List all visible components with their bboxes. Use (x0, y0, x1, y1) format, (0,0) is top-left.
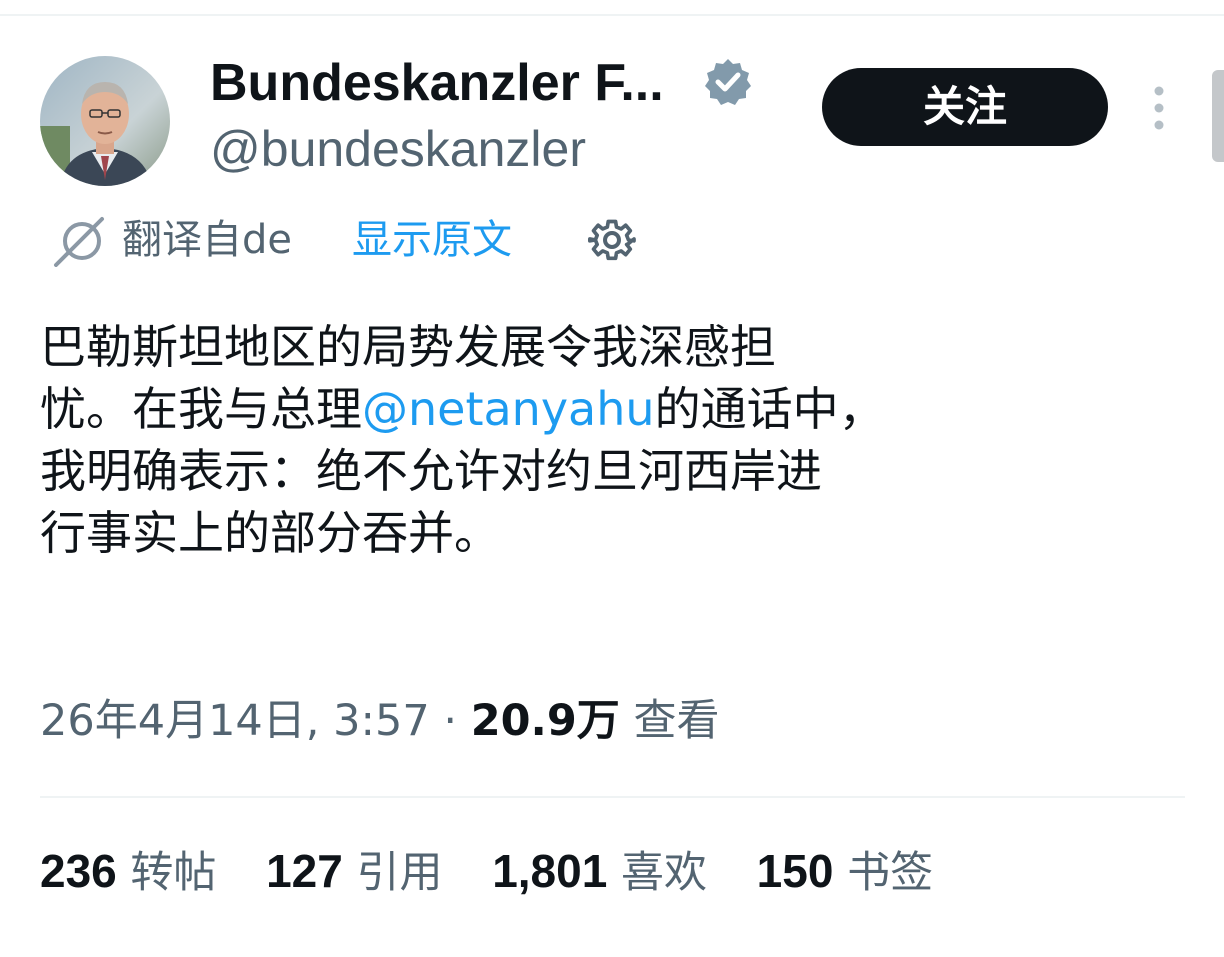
timestamp-link[interactable]: 26年4月14日, 3:57 (40, 696, 430, 746)
verified-badge-icon (705, 59, 751, 105)
follow-button[interactable]: 关注 (822, 68, 1108, 146)
engagement-stats: 236 转帖 127 引用 1,801 喜欢 150 书签 (40, 840, 933, 904)
avatar[interactable] (40, 56, 170, 186)
scrollbar-thumb[interactable] (1212, 70, 1224, 162)
reposts-count: 236 (40, 845, 117, 897)
author-handle[interactable]: @bundeskanzler (210, 118, 586, 180)
reposts-label: 转帖 (130, 848, 217, 898)
likes-count: 1,801 (492, 845, 608, 897)
divider (40, 796, 1185, 798)
tweet-text: 巴勒斯坦地区的局势发展令我深感担 忧。在我与总理@netanyahu的通话中， … (40, 316, 1170, 564)
tweet-meta: 26年4月14日, 3:57 · 20.9万 查看 (40, 690, 719, 752)
reposts-stat[interactable]: 236 转帖 (40, 840, 216, 904)
views-label: 查看 (633, 696, 720, 746)
bookmarks-label: 书签 (847, 848, 934, 898)
views-count: 20.9万 (470, 696, 620, 746)
gear-icon[interactable] (588, 216, 636, 264)
bookmarks-count: 150 (756, 845, 834, 897)
meta-separator: · (429, 696, 471, 746)
show-original-link[interactable]: 显示原文 (352, 212, 512, 268)
tweet-text-segment: 的通话中， (654, 382, 885, 436)
likes-stat[interactable]: 1,801 喜欢 (492, 840, 707, 904)
bookmarks-stat[interactable]: 150 书签 (757, 840, 933, 904)
vertical-ellipsis-icon[interactable] (1148, 86, 1170, 130)
tweet-line: 忧。在我与总理@netanyahu的通话中， (40, 378, 1170, 440)
mention-link[interactable]: @netanyahu (362, 382, 655, 436)
quotes-label: 引用 (356, 848, 443, 898)
translate-icon (54, 217, 104, 267)
tweet-line: 行事实上的部分吞并。 (40, 506, 500, 560)
quotes-count: 127 (266, 845, 343, 897)
translated-from-label: 翻译自de (122, 217, 292, 263)
likes-label: 喜欢 (620, 848, 707, 898)
tweet-line: 巴勒斯坦地区的局势发展令我深感担 (40, 320, 776, 374)
tweet-line: 我明确表示：绝不允许对约旦河西岸进 (40, 444, 822, 498)
tweet-text-segment: 忧。在我与总理 (40, 382, 362, 436)
quotes-stat[interactable]: 127 引用 (266, 840, 442, 904)
display-name[interactable]: Bundeskanzler F... (210, 52, 664, 114)
top-divider (0, 14, 1224, 16)
